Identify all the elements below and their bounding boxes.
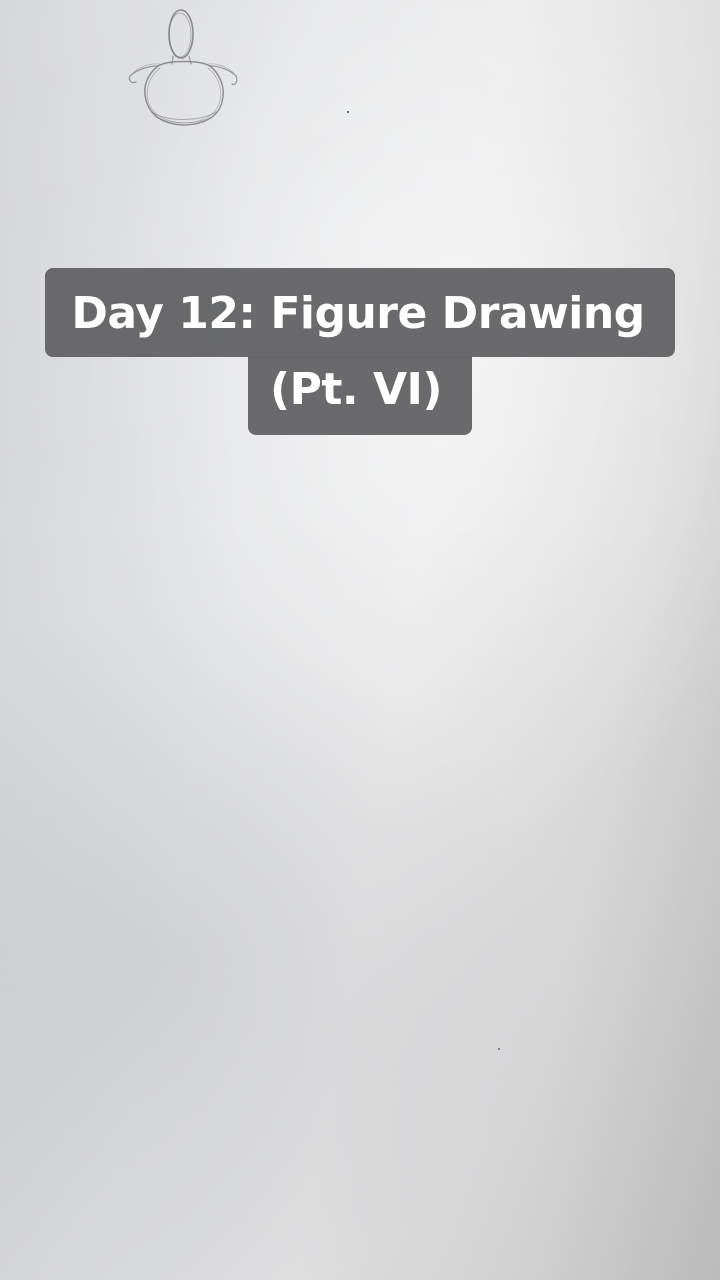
pencil-figure-sketch: [128, 9, 238, 126]
caption-line-1: Day 12: Figure Drawing: [45, 268, 675, 357]
paper-speck: [347, 111, 349, 113]
paper-background: [0, 0, 720, 1280]
video-caption: Day 12: Figure Drawing (Pt. VI): [0, 268, 720, 435]
caption-line-2: (Pt. VI): [248, 356, 472, 435]
paper-speck: [498, 1048, 500, 1050]
